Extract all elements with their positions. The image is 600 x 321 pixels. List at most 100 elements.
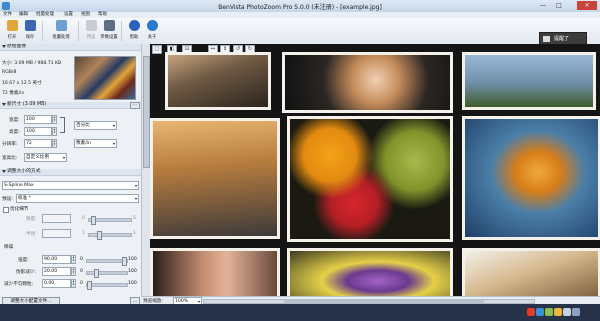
width-label: 宽度: [9, 118, 20, 123]
photo-tile [462, 248, 600, 296]
artifact-label: 伪影减少: [16, 270, 36, 275]
new-size-header[interactable]: 新尺寸 (3.09 MB) [0, 102, 141, 109]
artifact-spinner[interactable]: ▴ ▾ [71, 267, 76, 276]
slider-thumb[interactable] [97, 231, 102, 240]
section-title: 原始图像 [7, 44, 27, 49]
photo-tile [287, 116, 453, 242]
photozoom-window: BenVista PhotoZoom Pro 5.0.0 (未注册) - [ex… [0, 0, 600, 321]
image-preview[interactable]: ▢ ◧ ⊡ ↔ ↕ ↺ ↻ [150, 44, 600, 296]
tray-app-icon[interactable] [527, 308, 535, 316]
photo-tile [150, 118, 280, 239]
original-mode: RGB/8 [2, 70, 17, 75]
preview-icon [86, 20, 97, 31]
slider-thumb[interactable] [87, 281, 92, 290]
info-icon [147, 20, 158, 31]
tray-app-icon[interactable] [563, 308, 571, 316]
resolution-unit-select[interactable]: 像素/in [74, 139, 117, 148]
original-image-header[interactable]: 原始图像 [0, 44, 141, 51]
clarity-slider[interactable] [88, 231, 132, 240]
width-input[interactable]: 100 [24, 115, 52, 124]
tray-app-icon[interactable] [572, 308, 580, 316]
close-button[interactable]: ✕ [577, 1, 597, 10]
collapse-triangle-icon [2, 45, 6, 48]
collapse-triangle-icon [2, 103, 6, 106]
strength-input[interactable]: 90.00 [42, 255, 71, 264]
sharpness-slider[interactable] [88, 216, 132, 225]
photo-tile [165, 52, 271, 110]
link-bracket-icon [60, 117, 65, 133]
folder-open-icon [7, 20, 18, 31]
about-button[interactable]: 关于 [143, 20, 161, 42]
save-button[interactable]: 保存 [21, 20, 39, 42]
height-spinner[interactable]: ▴ ▾ [52, 127, 57, 136]
aspect-ratio-label: 宽高比: [2, 156, 18, 161]
section-title: 新尺寸 (3.09 MB) [7, 102, 47, 107]
optimize-label: 优化细节 [10, 207, 29, 212]
toolbar: 打开 保存 批量处理 预览 参数设置 帮助 关于 [0, 18, 600, 45]
strength-slider[interactable] [86, 257, 128, 266]
thumbnail-image[interactable] [74, 56, 136, 100]
artifact-input[interactable]: 20.00 [42, 267, 71, 276]
strength-min: 0 [80, 257, 83, 262]
strength-max: 100 [128, 257, 137, 262]
photo-tile [462, 116, 600, 240]
resize-method-header[interactable]: 调整大小的方式 [0, 169, 141, 176]
tools-button[interactable]: 参数设置 [100, 20, 118, 42]
help-icon [129, 20, 140, 31]
panel-scrollbar[interactable] [141, 44, 150, 296]
preset-label: 预设: [2, 197, 13, 202]
clarity-max: 1 [133, 231, 136, 236]
promo-icon [543, 36, 550, 42]
grain-min: 0 [80, 281, 83, 286]
slider-thumb[interactable] [91, 216, 96, 225]
sharpness-input[interactable] [42, 214, 71, 223]
grain-slider[interactable] [86, 281, 128, 290]
grain-spinner[interactable]: ▴ ▾ [71, 279, 76, 288]
aspect-ratio-select[interactable]: 自定义比例 [24, 153, 67, 162]
optimize-checkbox[interactable] [3, 207, 9, 213]
tray-app-icon[interactable] [554, 308, 562, 316]
resolution-input[interactable]: 72 [24, 139, 52, 148]
clarity-input[interactable] [42, 229, 71, 238]
slider-thumb[interactable] [94, 269, 99, 278]
scrollbar-thumb[interactable] [284, 300, 484, 303]
height-label: 高度: [9, 130, 20, 135]
collapse-triangle-icon [2, 170, 6, 173]
width-spinner[interactable]: ▴ ▾ [52, 115, 57, 124]
strength-spinner[interactable]: ▴ ▾ [71, 255, 76, 264]
settings-panel: 原始图像 大小: 3.09 MB / 988.71 KB RGB/8 16.67… [0, 44, 142, 321]
preset-select[interactable]: 标准 * [16, 194, 139, 203]
resolution-spinner[interactable]: ▴ ▾ [52, 139, 57, 148]
split-view-icon[interactable]: ▢ [152, 45, 162, 54]
new-size-menu-button[interactable]: … [130, 102, 140, 109]
noise-header: 降噪 [4, 245, 14, 250]
batch-label: 批量处理 [52, 35, 70, 40]
grain-label: 减少不匀颗粒: [4, 282, 34, 287]
photo-tile [287, 248, 453, 296]
section-title: 调整大小的方式 [7, 169, 41, 174]
system-tray [526, 308, 580, 317]
algorithm-select[interactable]: S-Spline Max [2, 181, 139, 190]
scrollbar-thumb[interactable] [143, 56, 150, 168]
height-input[interactable]: 100 [24, 127, 52, 136]
artifact-max: 100 [128, 269, 137, 274]
artifact-slider[interactable] [86, 269, 128, 278]
tray-app-icon[interactable] [536, 308, 544, 316]
batch-button[interactable]: 批量处理 [52, 20, 70, 42]
original-size: 大小: 3.09 MB / 988.71 KB [2, 61, 62, 66]
minimize-button[interactable]: — [536, 1, 550, 10]
save-label: 保存 [25, 35, 35, 40]
photo-tile [282, 52, 453, 113]
resolution-label: 分辨率: [2, 142, 18, 147]
maximize-button[interactable]: □ [552, 1, 566, 10]
slider-thumb[interactable] [122, 257, 127, 266]
window-title: BenVista PhotoZoom Pro 5.0.0 (未注册) - [ex… [218, 4, 382, 11]
tray-app-icon[interactable] [545, 308, 553, 316]
unit-select[interactable]: 百分比 [74, 121, 117, 130]
grain-input[interactable]: 0.00 [42, 279, 71, 288]
strength-label: 强度: [18, 258, 29, 263]
title-bar: BenVista PhotoZoom Pro 5.0.0 (未注册) - [ex… [0, 0, 600, 12]
photo-tile [462, 52, 596, 110]
floppy-disk-icon [25, 20, 36, 31]
tools-icon [104, 20, 115, 31]
